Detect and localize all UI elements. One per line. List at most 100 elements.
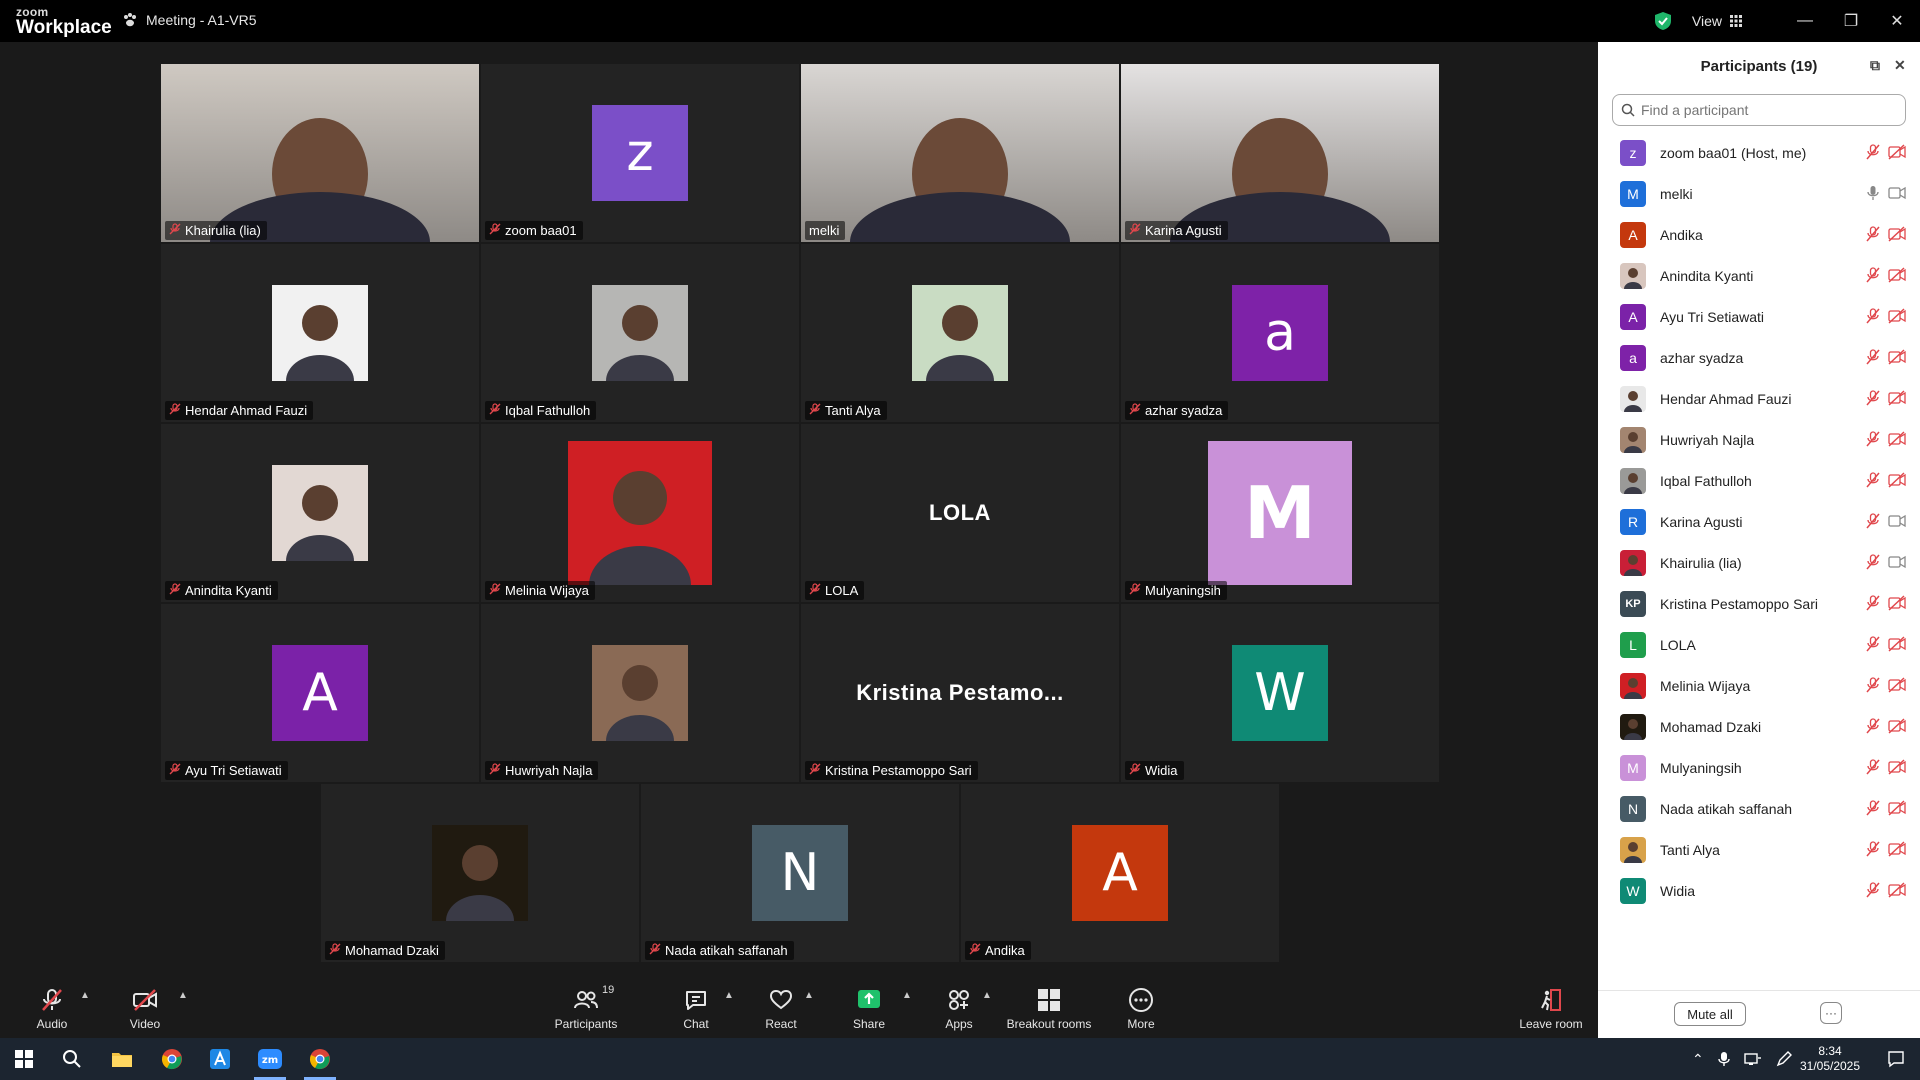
mic-muted-icon[interactable] (1865, 144, 1881, 160)
mic-muted-icon[interactable] (1865, 718, 1881, 734)
chrome-icon[interactable] (148, 1038, 196, 1080)
taskbar-clock[interactable]: 8:34 31/05/2025 (1790, 1044, 1870, 1074)
camera-icon[interactable] (1888, 185, 1906, 201)
camera-off-icon[interactable] (1888, 595, 1906, 611)
participant-search-input[interactable] (1641, 102, 1881, 118)
audio-button[interactable]: Audio (30, 980, 74, 1038)
tray-chevron-icon[interactable]: ⌃ (1692, 1051, 1704, 1068)
restore-icon[interactable]: ❐ (1828, 0, 1874, 42)
apps-options-chevron-icon[interactable]: ▲ (982, 990, 992, 1001)
mic-muted-icon[interactable] (1865, 554, 1881, 570)
more-button[interactable]: More (1124, 980, 1158, 1038)
participant-row[interactable]: z zoom baa01 (Host, me) (1598, 132, 1920, 173)
chat-button[interactable]: Chat (680, 980, 712, 1038)
security-shield-icon[interactable] (1654, 11, 1672, 31)
video-tile[interactable]: z zoom baa01 (481, 64, 799, 242)
mic-muted-icon[interactable] (1865, 349, 1881, 365)
chrome-profile-icon[interactable] (296, 1038, 344, 1080)
video-tile[interactable]: Karina Agusti (1121, 64, 1439, 242)
participant-row[interactable]: Mohamad Dzaki (1598, 706, 1920, 747)
windows-start-icon[interactable] (0, 1038, 48, 1080)
leave-room-button[interactable]: Leave room (1516, 980, 1586, 1038)
pop-out-icon[interactable]: ⧉ (1870, 57, 1880, 74)
participant-row[interactable]: N Nada atikah saffanah (1598, 788, 1920, 829)
notifications-icon[interactable] (1872, 1038, 1920, 1080)
mic-muted-icon[interactable] (1865, 513, 1881, 529)
camera-off-icon[interactable] (1888, 267, 1906, 283)
apps-button[interactable]: Apps (942, 980, 976, 1038)
video-tile[interactable]: N Nada atikah saffanah (641, 784, 959, 962)
tray-mic-icon[interactable] (1718, 1051, 1730, 1067)
video-tile[interactable]: Anindita Kyanti (161, 424, 479, 602)
camera-off-icon[interactable] (1888, 308, 1906, 324)
mic-muted-icon[interactable] (1865, 431, 1881, 447)
video-tile[interactable]: Hendar Ahmad Fauzi (161, 244, 479, 422)
participant-row[interactable]: Mmelki (1598, 173, 1920, 214)
video-options-chevron-icon[interactable]: ▲ (178, 990, 188, 1001)
file-explorer-icon[interactable] (98, 1038, 146, 1080)
camera-off-icon[interactable] (1888, 390, 1906, 406)
video-tile[interactable]: Mohamad Dzaki (321, 784, 639, 962)
camera-off-icon[interactable] (1888, 800, 1906, 816)
participant-row[interactable]: A Andika (1598, 214, 1920, 255)
camera-off-icon[interactable] (1888, 636, 1906, 652)
video-tile[interactable]: melki (801, 64, 1119, 242)
react-options-chevron-icon[interactable]: ▲ (804, 990, 814, 1001)
mic-muted-icon[interactable] (1865, 308, 1881, 324)
video-tile[interactable]: Khairulia (lia) (161, 64, 479, 242)
close-panel-icon[interactable]: ✕ (1894, 57, 1906, 74)
camera-icon[interactable] (1888, 513, 1906, 529)
minimize-icon[interactable]: — (1782, 0, 1828, 42)
share-button[interactable]: Share (852, 980, 886, 1038)
mic-muted-icon[interactable] (1865, 390, 1881, 406)
mute-all-button[interactable]: Mute all (1674, 1002, 1746, 1026)
close-icon[interactable]: ✕ (1874, 0, 1920, 42)
participant-row[interactable]: M Mulyaningsih (1598, 747, 1920, 788)
participant-row[interactable]: Khairulia (lia) (1598, 542, 1920, 583)
video-tile[interactable]: LOLA LOLA (801, 424, 1119, 602)
camera-off-icon[interactable] (1888, 472, 1906, 488)
view-button[interactable]: View (1692, 13, 1742, 29)
camera-off-icon[interactable] (1888, 144, 1906, 160)
participant-row[interactable]: A Ayu Tri Setiawati (1598, 296, 1920, 337)
azure-app-icon[interactable] (196, 1038, 244, 1080)
participant-row[interactable]: Melinia Wijaya (1598, 665, 1920, 706)
mic-muted-icon[interactable] (1865, 636, 1881, 652)
participant-row[interactable]: R Karina Agusti (1598, 501, 1920, 542)
network-icon[interactable] (1744, 1052, 1762, 1066)
mic-muted-icon[interactable] (1865, 595, 1881, 611)
participant-row[interactable]: Huwriyah Najla (1598, 419, 1920, 460)
camera-off-icon[interactable] (1888, 718, 1906, 734)
participant-row[interactable]: Anindita Kyanti (1598, 255, 1920, 296)
video-tile[interactable]: A Ayu Tri Setiawati (161, 604, 479, 782)
mic-muted-icon[interactable] (1865, 226, 1881, 242)
participant-row[interactable]: Iqbal Fathulloh (1598, 460, 1920, 501)
participant-row[interactable]: W Widia (1598, 870, 1920, 911)
mic-muted-icon[interactable] (1865, 472, 1881, 488)
camera-off-icon[interactable] (1888, 677, 1906, 693)
meeting-title[interactable]: Meeting - A1-VR5 (122, 12, 257, 28)
participant-row[interactable]: Hendar Ahmad Fauzi (1598, 378, 1920, 419)
video-tile[interactable]: Tanti Alya (801, 244, 1119, 422)
video-tile[interactable]: Kristina Pestamo... Kristina Pestamoppo S… (801, 604, 1119, 782)
camera-off-icon[interactable] (1888, 841, 1906, 857)
share-options-chevron-icon[interactable]: ▲ (902, 990, 912, 1001)
chat-options-chevron-icon[interactable]: ▲ (724, 990, 734, 1001)
video-button[interactable]: Video (120, 980, 170, 1038)
search-taskbar-icon[interactable] (48, 1038, 96, 1080)
video-tile[interactable]: M Mulyaningsih (1121, 424, 1439, 602)
mic-muted-icon[interactable] (1865, 800, 1881, 816)
zoom-taskbar-icon[interactable]: zm (246, 1038, 294, 1080)
participant-row[interactable]: a azhar syadza (1598, 337, 1920, 378)
mic-muted-icon[interactable] (1865, 841, 1881, 857)
participant-row[interactable]: Tanti Alya (1598, 829, 1920, 870)
mic-muted-icon[interactable] (1865, 759, 1881, 775)
video-tile[interactable]: Huwriyah Najla (481, 604, 799, 782)
camera-off-icon[interactable] (1888, 349, 1906, 365)
participant-row[interactable]: L LOLA (1598, 624, 1920, 665)
mic-muted-icon[interactable] (1865, 882, 1881, 898)
video-tile[interactable]: a azhar syadza (1121, 244, 1439, 422)
panel-more-button[interactable]: ··· (1820, 1002, 1842, 1024)
camera-off-icon[interactable] (1888, 431, 1906, 447)
video-tile[interactable]: W Widia (1121, 604, 1439, 782)
